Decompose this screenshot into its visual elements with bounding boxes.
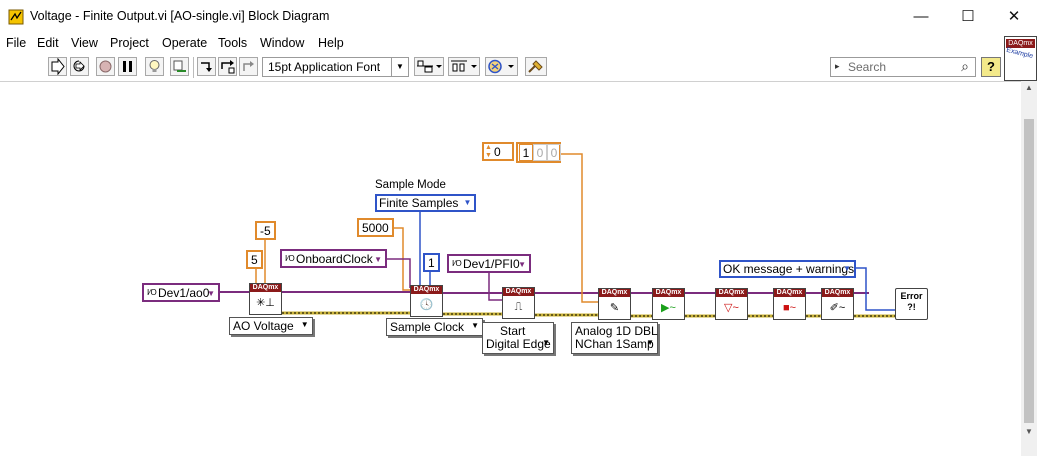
simple-error-handler-vi[interactable]: Error ?! <box>895 288 928 320</box>
chevron-down-icon: ▼ <box>463 198 472 207</box>
stop-icon: ■~ <box>782 302 797 314</box>
daqmx-header: DAQmx <box>250 284 281 292</box>
scroll-up-icon[interactable]: ▲ <box>1021 83 1037 92</box>
play-icon: ▶~ <box>661 302 676 314</box>
chevron-down-icon: ▼ <box>471 321 480 330</box>
scroll-thumb[interactable] <box>1024 119 1034 423</box>
array-index-value: 0 <box>494 145 501 159</box>
chevron-down-icon: ▼ <box>518 260 526 269</box>
chevron-down-icon: ▼ <box>542 338 550 347</box>
chevron-down-icon: ▼ <box>646 338 654 347</box>
physical-channel-constant[interactable]: I⁄O Dev1/ao0 ▼ <box>142 283 220 302</box>
trigger-source-constant[interactable]: I⁄O Dev1/PFI0 ▼ <box>447 254 531 273</box>
max-value-constant[interactable]: 5 <box>246 250 263 269</box>
daqmx-timing-vi[interactable]: DAQmx 🕓 <box>410 285 443 317</box>
task-wire <box>219 291 869 294</box>
ao-voltage-value: AO Voltage <box>233 319 294 333</box>
write-type-selector[interactable]: Analog 1D DBL NChan 1Samp ▼ <box>571 322 658 354</box>
index-spinner-icon: ▲ ▼ <box>485 144 492 159</box>
daqmx-header: DAQmx <box>503 288 534 296</box>
vertical-scrollbar[interactable]: ▲ ▼ <box>1021 81 1037 456</box>
daqmx-header: DAQmx <box>822 289 853 297</box>
array-element[interactable]: 1 <box>519 144 533 161</box>
sample-clock-selector[interactable]: Sample Clock ▼ <box>386 318 484 336</box>
io-name-icon: I⁄O <box>285 254 295 263</box>
physical-channel-value: Dev1/ao0 <box>158 286 210 300</box>
error-bubble-icon: Error ?! <box>900 291 923 312</box>
write-type-line2: NChan 1Samp <box>575 337 654 351</box>
daqmx-header: DAQmx <box>599 289 630 297</box>
wait-funnel-icon: ▽~ <box>724 302 739 314</box>
eraser-icon: ✐~ <box>829 302 846 314</box>
daqmx-header: DAQmx <box>653 289 684 297</box>
chevron-down-icon: ▼ <box>207 289 215 298</box>
daqmx-trigger-vi[interactable]: DAQmx ⎍ <box>502 287 535 319</box>
digital-edge-icon: ⎍ <box>514 301 523 313</box>
numeric-wires <box>249 153 598 303</box>
error-mode-value: OK message + warnings <box>723 262 855 276</box>
clock-source-constant[interactable]: I⁄O OnboardClock ▼ <box>280 249 387 268</box>
sample-mode-label: Sample Mode <box>375 179 446 191</box>
daqmx-header: DAQmx <box>716 289 747 297</box>
trigger-type-line2: Digital Edge <box>486 337 551 351</box>
trigger-source-value: Dev1/PFI0 <box>463 257 520 271</box>
io-name-icon: I⁄O <box>452 259 462 268</box>
clock-source-value: OnboardClock <box>296 252 373 266</box>
daqmx-wait-until-done-vi[interactable]: DAQmx ▽~ <box>715 288 748 320</box>
io-name-icon: I⁄O <box>147 288 157 297</box>
daqmx-create-channel-vi[interactable]: DAQmx ✳⊥ <box>249 283 282 315</box>
ao-voltage-selector[interactable]: AO Voltage ▼ <box>229 317 313 335</box>
error-mode-constant[interactable]: OK message + warnings ▼ <box>719 260 856 278</box>
sample-clock-value: Sample Clock <box>390 320 465 334</box>
daqmx-header: DAQmx <box>411 286 442 294</box>
chevron-down-icon: ▼ <box>300 320 309 329</box>
scroll-down-icon[interactable]: ▼ <box>1021 427 1037 436</box>
chevron-down-icon: ▼ <box>374 255 382 264</box>
daqmx-header: DAQmx <box>774 289 805 297</box>
chevron-down-icon: ▼ <box>843 264 851 273</box>
write-pencil-icon: ✎ <box>609 302 620 314</box>
wires-layer <box>219 153 895 318</box>
array-constant[interactable]: 1 0 0 <box>516 142 561 163</box>
daqmx-write-vi[interactable]: DAQmx ✎ <box>598 288 631 320</box>
sample-mode-value: Finite Samples <box>379 196 459 210</box>
min-value-constant[interactable]: -5 <box>255 221 276 240</box>
samples-per-channel-constant[interactable]: 1 <box>423 253 440 272</box>
clock-icon: 🕓 <box>419 299 434 311</box>
daqmx-start-task-vi[interactable]: DAQmx ▶~ <box>652 288 685 320</box>
create-channel-icon: ✳⊥ <box>256 297 275 309</box>
array-index-display[interactable]: ▲ ▼ 0 <box>482 142 514 161</box>
daqmx-clear-task-vi[interactable]: DAQmx ✐~ <box>821 288 854 320</box>
daqmx-stop-task-vi[interactable]: DAQmx ■~ <box>773 288 806 320</box>
sample-mode-constant[interactable]: Finite Samples ▼ <box>375 194 477 212</box>
array-element[interactable]: 0 <box>533 144 547 161</box>
trigger-type-selector[interactable]: Start Digital Edge ▼ <box>482 322 554 354</box>
rate-constant[interactable]: 5000 <box>357 218 394 237</box>
array-element[interactable]: 0 <box>547 144 561 161</box>
